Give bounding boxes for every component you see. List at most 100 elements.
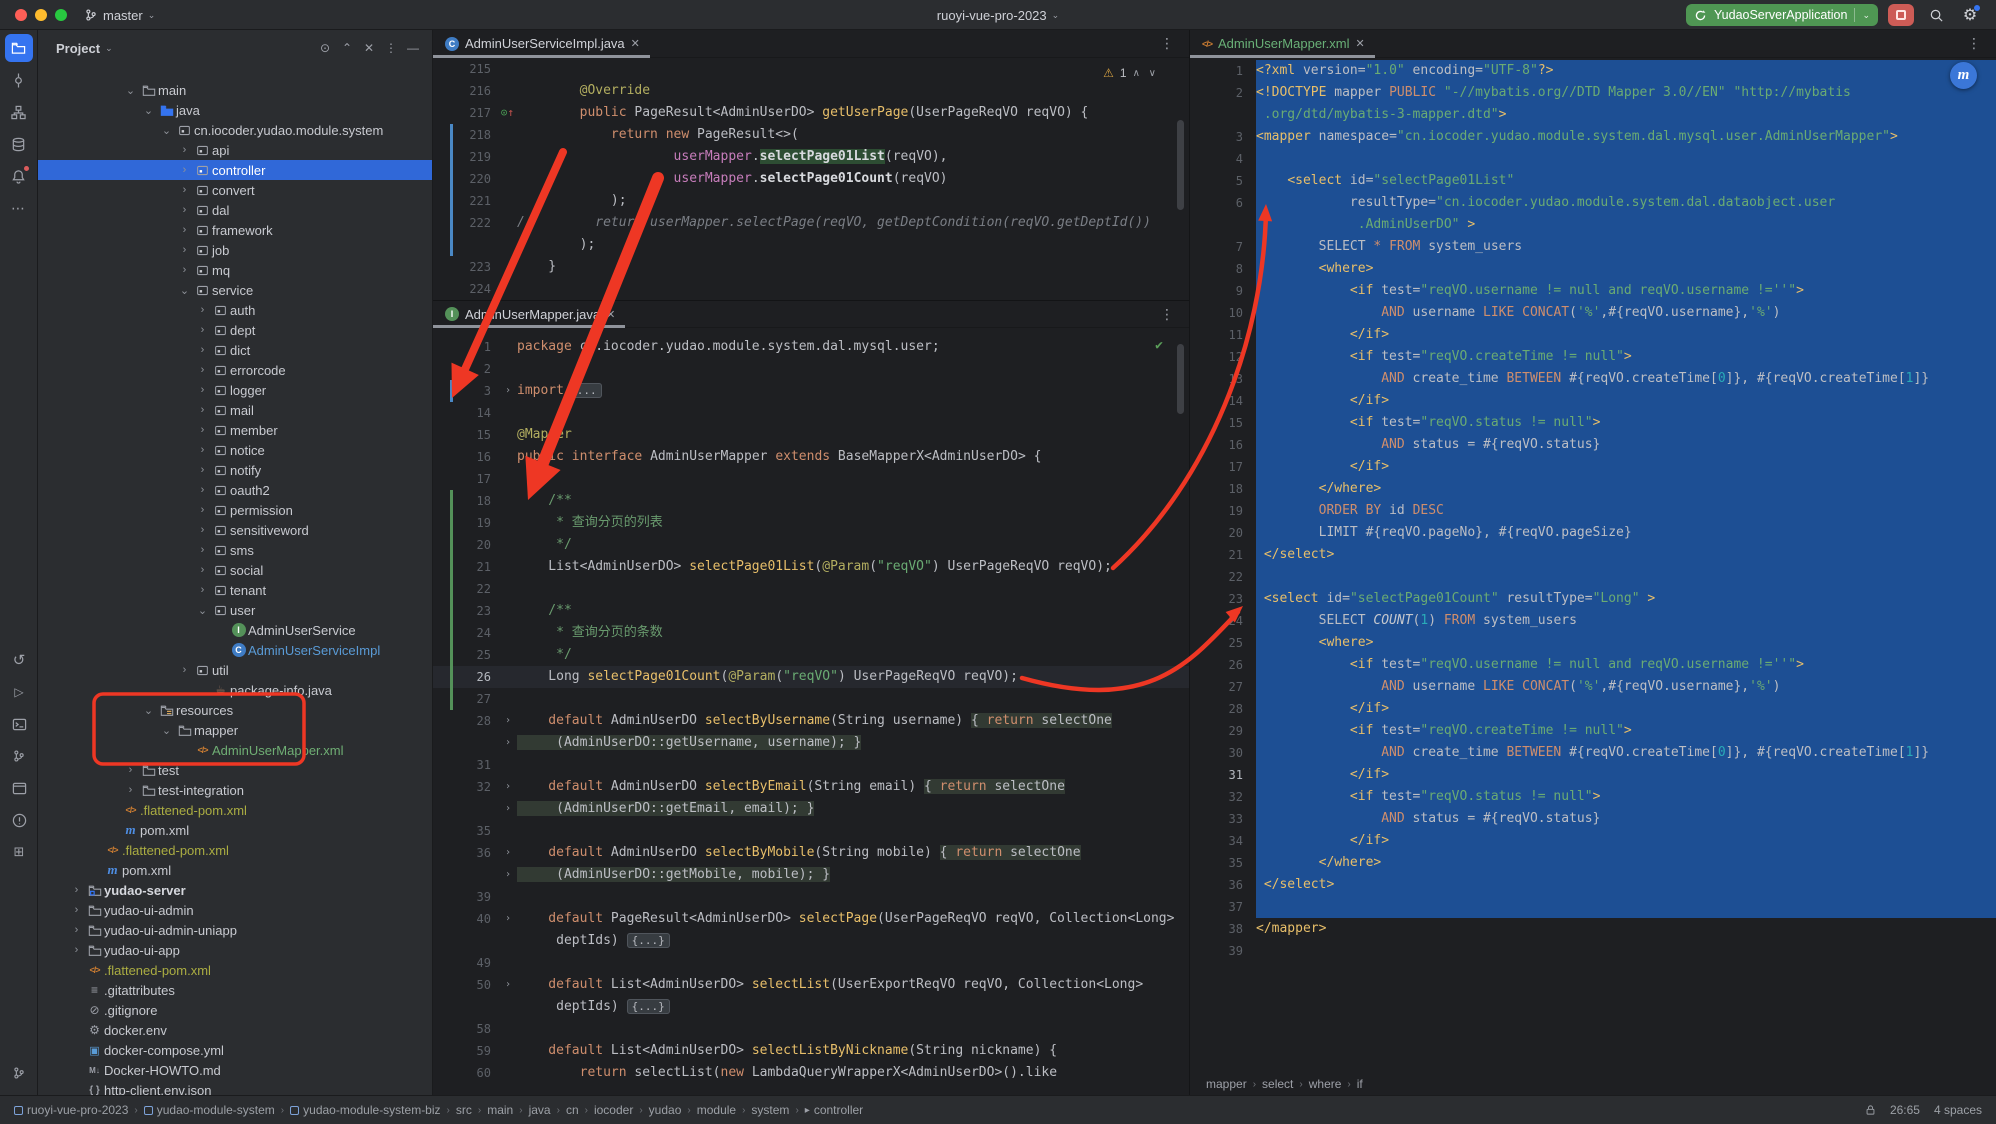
- gutter[interactable]: [1190, 104, 1256, 126]
- code-line-24[interactable]: 24 * 查询分页的条数: [433, 622, 1189, 644]
- code-line-31[interactable]: 31: [433, 754, 1189, 776]
- code-line-28[interactable]: 28› default AdminUserDO selectByUsername…: [433, 710, 1189, 732]
- tree-item-test-integration[interactable]: ›test-integration: [38, 780, 432, 800]
- gutter[interactable]: 31: [1190, 764, 1256, 786]
- gutter[interactable]: 35: [1190, 852, 1256, 874]
- git-tool-icon[interactable]: [5, 742, 33, 770]
- tree-item-auth[interactable]: ›auth: [38, 300, 432, 320]
- zoom-window-button[interactable]: [55, 9, 67, 21]
- code-line-9[interactable]: 9 <if test="reqVO.username != null and r…: [1190, 280, 1996, 302]
- code-line-220[interactable]: 220 userMapper.selectPage01Count(reqVO): [433, 168, 1189, 190]
- tree-item-mail[interactable]: ›mail: [38, 400, 432, 420]
- code-line-49[interactable]: 49: [433, 952, 1189, 974]
- code-line-38[interactable]: 38</mapper>: [1190, 918, 1996, 940]
- gutter[interactable]: 19: [1190, 500, 1256, 522]
- path-item-controller[interactable]: ▸controller: [805, 1103, 863, 1117]
- locate-file-icon[interactable]: ⊙: [314, 41, 336, 55]
- gutter[interactable]: 38: [1190, 918, 1256, 940]
- code-line-21[interactable]: 21 </select>: [1190, 544, 1996, 566]
- chevron-collapsed-icon[interactable]: ›: [176, 164, 193, 176]
- breadcrumb-item-mapper[interactable]: mapper: [1206, 1077, 1247, 1091]
- gutter[interactable]: 21: [1190, 544, 1256, 566]
- tree-item-java[interactable]: ⌄java: [38, 100, 432, 120]
- gutter[interactable]: 3: [1190, 126, 1256, 148]
- gutter[interactable]: 6: [1190, 192, 1256, 214]
- tree-item-pom.xml[interactable]: mpom.xml: [38, 820, 432, 840]
- code-line-27[interactable]: 27 AND username LIKE CONCAT('%',#{reqVO.…: [1190, 676, 1996, 698]
- gutter[interactable]: 11: [1190, 324, 1256, 346]
- code-line-58[interactable]: 58: [433, 1018, 1189, 1040]
- code-line-2[interactable]: 2: [433, 358, 1189, 380]
- chevron-collapsed-icon[interactable]: ›: [194, 304, 211, 316]
- chevron-collapsed-icon[interactable]: ›: [122, 784, 139, 796]
- gutter[interactable]: 49: [433, 952, 517, 974]
- code-line-219[interactable]: 219 userMapper.selectPage01List(reqVO),: [433, 146, 1189, 168]
- gutter[interactable]: [433, 930, 517, 952]
- code-line-37[interactable]: 37: [1190, 896, 1996, 918]
- code-line-221[interactable]: 221 );: [433, 190, 1189, 212]
- code-line-224[interactable]: 224: [433, 278, 1189, 300]
- code-line-2[interactable]: 2<!DOCTYPE mapper PUBLIC "-//mybatis.org…: [1190, 82, 1996, 104]
- chevron-collapsed-icon[interactable]: ›: [194, 344, 211, 356]
- gutter[interactable]: 219: [433, 146, 517, 168]
- code-line-32[interactable]: 32 <if test="reqVO.status != null">: [1190, 786, 1996, 808]
- notifications-tool-icon[interactable]: [5, 162, 33, 190]
- tree-item-logger[interactable]: ›logger: [38, 380, 432, 400]
- tree-item-controller[interactable]: ›controller: [38, 160, 432, 180]
- code-line-5[interactable]: 5 <select id="selectPage01List": [1190, 170, 1996, 192]
- path-item-yudao-module-system-biz[interactable]: yudao-module-system-biz: [290, 1103, 440, 1117]
- code-line-25[interactable]: 25 <where>: [1190, 632, 1996, 654]
- tab-adminusermapper-xml[interactable]: </> AdminUserMapper.xml ✕: [1190, 30, 1375, 58]
- code-line-33[interactable]: 33 AND status = #{reqVO.status}: [1190, 808, 1996, 830]
- tab-options-kebab-icon[interactable]: ⋮: [1967, 35, 1982, 52]
- gutter[interactable]: 28›: [433, 710, 517, 732]
- code-line-23[interactable]: 23 <select id="selectPage01Count" result…: [1190, 588, 1996, 610]
- gutter[interactable]: ›: [433, 732, 517, 754]
- chevron-collapsed-icon[interactable]: ›: [194, 444, 211, 456]
- gutter[interactable]: 36: [1190, 874, 1256, 896]
- gutter[interactable]: 36›: [433, 842, 517, 864]
- tree-item-tenant[interactable]: ›tenant: [38, 580, 432, 600]
- tree-item-package-info.java[interactable]: ☕package-info.java: [38, 680, 432, 700]
- code-line-25[interactable]: 25 */: [433, 644, 1189, 666]
- code-line-3[interactable]: 3<mapper namespace="cn.iocoder.yudao.mod…: [1190, 126, 1996, 148]
- tree-item-.flattened-pom.xml[interactable]: </>.flattened-pom.xml: [38, 840, 432, 860]
- code-line-40[interactable]: 40› default PageResult<AdminUserDO> sele…: [433, 908, 1189, 930]
- commit-tool-icon[interactable]: [5, 66, 33, 94]
- tree-item-service[interactable]: ⌄service: [38, 280, 432, 300]
- gutter[interactable]: 4: [1190, 148, 1256, 170]
- chevron-collapsed-icon[interactable]: ›: [176, 204, 193, 216]
- editor-adminusermapper-java[interactable]: ✔ 1package cn.iocoder.yudao.module.syste…: [433, 328, 1189, 1094]
- gutter[interactable]: 10: [1190, 302, 1256, 324]
- code-line-216[interactable]: 216 @Override: [433, 80, 1189, 102]
- tree-item-.gitattributes[interactable]: ≡.gitattributes: [38, 980, 432, 1000]
- tree-item-pom.xml[interactable]: mpom.xml: [38, 860, 432, 880]
- chevron-collapsed-icon[interactable]: ›: [194, 364, 211, 376]
- gutter[interactable]: 23: [433, 600, 517, 622]
- code-line-14[interactable]: 14: [433, 402, 1189, 424]
- more-tool-icon[interactable]: ⋯: [5, 194, 33, 222]
- tree-item-member[interactable]: ›member: [38, 420, 432, 440]
- code-line-1[interactable]: 1<?xml version="1.0" encoding="UTF-8"?>: [1190, 60, 1996, 82]
- chevron-expanded-icon[interactable]: ⌄: [140, 704, 157, 717]
- code-line-15[interactable]: 15@Mapper: [433, 424, 1189, 446]
- tab-options-kebab-icon[interactable]: ⋮: [1160, 306, 1175, 323]
- path-item-iocoder[interactable]: iocoder: [594, 1103, 633, 1117]
- tab-adminusermapper-java[interactable]: I AdminUserMapper.java ✕: [433, 300, 625, 328]
- gutter[interactable]: 16: [1190, 434, 1256, 456]
- code-line-4[interactable]: 4: [1190, 148, 1996, 170]
- gutter[interactable]: 22: [1190, 566, 1256, 588]
- git-branch-widget[interactable]: master ⌄: [84, 0, 155, 30]
- close-tab-icon[interactable]: ✕: [1356, 37, 1365, 50]
- fold-chevron-icon[interactable]: ›: [505, 842, 511, 864]
- code-line-19[interactable]: 19 ORDER BY id DESC: [1190, 500, 1996, 522]
- code-line-32[interactable]: 32› default AdminUserDO selectByEmail(St…: [433, 776, 1189, 798]
- stop-button[interactable]: [1888, 4, 1914, 26]
- gutter[interactable]: 25: [433, 644, 517, 666]
- search-button[interactable]: [1924, 3, 1948, 27]
- code-line-16[interactable]: 16public interface AdminUserMapper exten…: [433, 446, 1189, 468]
- gutter[interactable]: 40›: [433, 908, 517, 930]
- collapse-all-icon[interactable]: ⌃: [336, 41, 358, 55]
- code-line-13[interactable]: 13 AND create_time BETWEEN #{reqVO.creat…: [1190, 368, 1996, 390]
- gutter[interactable]: ›: [433, 864, 517, 886]
